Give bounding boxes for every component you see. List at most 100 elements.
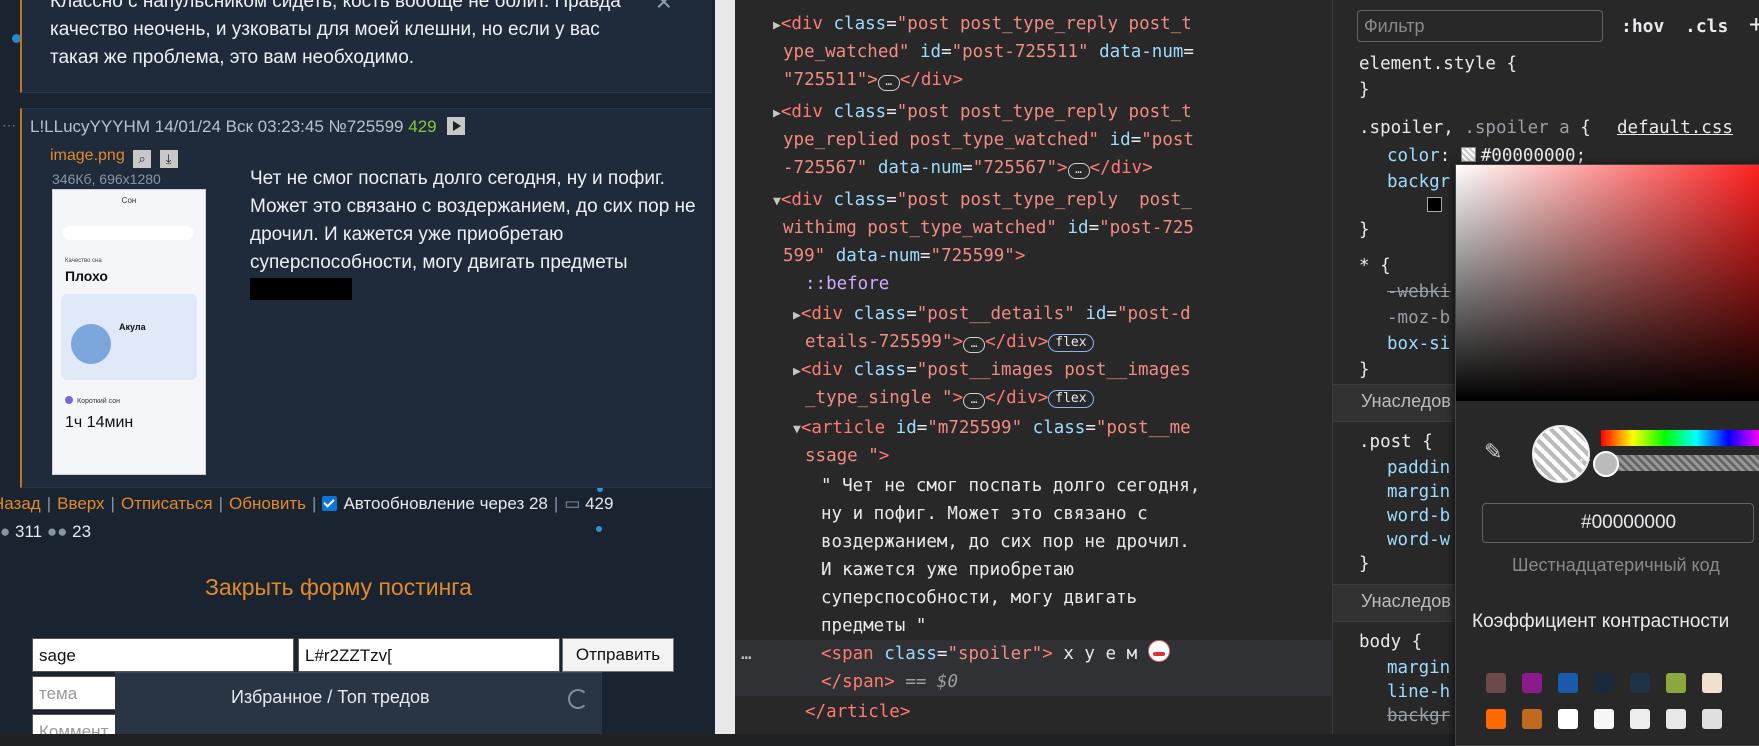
decorative-dot bbox=[596, 526, 602, 532]
color-swatch[interactable] bbox=[1594, 673, 1614, 693]
source-file[interactable]: default.css bbox=[1617, 118, 1733, 138]
download-icon[interactable]: ⤓ bbox=[159, 150, 178, 168]
ellipsis-icon[interactable]: … bbox=[877, 75, 900, 91]
spoiler-rule-selector[interactable]: .spoiler, .spoiler a { bbox=[1359, 118, 1591, 138]
body-rule-selector[interactable]: body { bbox=[1359, 632, 1422, 652]
nav-unsubscribe-link[interactable]: Отписаться bbox=[121, 494, 213, 513]
contrast-ratio-label: Коэффициент контрастности bbox=[1472, 611, 1730, 632]
post-thumbnail[interactable]: Сон Качество сна Плохо Акула Короткий со… bbox=[52, 189, 206, 475]
image-filename[interactable]: image.png bbox=[50, 147, 125, 164]
close-form-link[interactable]: Закрыть форму постинга bbox=[205, 574, 472, 601]
color-value[interactable]: #00000000; bbox=[1481, 146, 1586, 166]
flex-badge[interactable]: flex bbox=[1048, 390, 1094, 408]
color-swatch[interactable] bbox=[1666, 709, 1686, 729]
drag-handle-icon[interactable]: ⋯ bbox=[2, 117, 16, 134]
color-declaration[interactable]: color: #00000000; bbox=[1387, 146, 1586, 166]
color-swatch[interactable] bbox=[1594, 709, 1614, 729]
alpha-slider-thumb[interactable] bbox=[1593, 451, 1619, 477]
black-swatch[interactable] bbox=[1427, 197, 1442, 212]
add-rule-icon[interactable]: + bbox=[1749, 10, 1759, 38]
dom-node-post-images[interactable]: ▶<div class="post__images post__images bbox=[793, 356, 1191, 386]
autoupdate-checkbox[interactable] bbox=[322, 496, 338, 511]
color-swatch[interactable] bbox=[1522, 673, 1542, 693]
post-number[interactable]: №725599 bbox=[329, 117, 404, 136]
hex-input[interactable]: #00000000 bbox=[1482, 503, 1754, 543]
submit-button[interactable]: Отправить bbox=[562, 638, 674, 672]
styles-filter-input[interactable]: Фильтр bbox=[1357, 10, 1603, 42]
dom-text-node[interactable]: " Чет не смог поспать долго сегодня, bbox=[821, 472, 1200, 500]
posters-count: 311 bbox=[15, 522, 43, 541]
dom-node-post-725599[interactable]: ▼<div class="post post_type_reply post_ bbox=[773, 186, 1192, 216]
ellipsis-icon[interactable]: … bbox=[1067, 163, 1090, 179]
color-swatch[interactable] bbox=[1630, 673, 1650, 693]
nav-back-link[interactable]: Назад bbox=[0, 494, 41, 513]
dom-node-post-725567[interactable]: ▶<div class="post post_type_reply post_t bbox=[773, 98, 1192, 128]
nav-refresh-link[interactable]: Обновить bbox=[229, 494, 306, 513]
color-swatch[interactable] bbox=[1702, 709, 1722, 729]
eyedropper-icon[interactable]: ✎ bbox=[1484, 439, 1502, 465]
alpha-slider[interactable] bbox=[1601, 455, 1759, 471]
color-saturation-area[interactable] bbox=[1456, 165, 1759, 401]
favorites-panel[interactable]: Избранное / Топ тредов bbox=[115, 672, 602, 734]
color-swatch[interactable] bbox=[1486, 673, 1506, 693]
rule-brace: } bbox=[1359, 220, 1370, 240]
element-style-rule[interactable]: element.style { bbox=[1359, 54, 1517, 74]
hov-toggle[interactable]: :hov bbox=[1621, 16, 1664, 37]
cls-toggle[interactable]: .cls bbox=[1685, 16, 1728, 37]
dom-pseudo-before[interactable]: ::before bbox=[805, 270, 889, 298]
color-swatch[interactable] bbox=[1630, 709, 1650, 729]
dom-text-node[interactable]: И кажется уже приобретаю bbox=[821, 556, 1074, 584]
more-icon[interactable]: … bbox=[741, 640, 752, 668]
color-swatch[interactable] bbox=[1486, 709, 1506, 729]
color-swatch[interactable] bbox=[1558, 673, 1578, 693]
rule-source-link[interactable]: default.css bbox=[1617, 118, 1733, 138]
post-details: L!LLucyYYYHM 14/01/24 Вск 03:23:45 №7255… bbox=[30, 117, 466, 137]
universal-rule: * { bbox=[1359, 256, 1391, 276]
color-swatch[interactable] bbox=[1522, 709, 1542, 729]
hue-slider[interactable] bbox=[1601, 430, 1759, 446]
transparent-swatch[interactable] bbox=[1460, 147, 1476, 162]
declaration: margin bbox=[1387, 658, 1451, 678]
dom-line: "725511">… </div> bbox=[783, 70, 964, 91]
declaration: box-si bbox=[1387, 334, 1451, 354]
thumb-short-sleep: Короткий сон bbox=[65, 396, 120, 405]
thumb-duration: 1ч 14мин bbox=[65, 414, 134, 431]
previous-post: Классно с напульсником сидеть, кость воо… bbox=[20, 0, 712, 93]
rule-brace: } bbox=[1359, 360, 1370, 380]
dom-node-spoiler[interactable]: <span class="spoiler"> х у е м bbox=[821, 640, 1170, 668]
pane-divider[interactable] bbox=[715, 0, 735, 734]
comment-input[interactable]: Коммент bbox=[32, 714, 116, 734]
declaration: line-h bbox=[1387, 682, 1451, 702]
dom-text-node[interactable]: ну и пофиг. Может это связано с bbox=[821, 500, 1148, 528]
dom-node-article[interactable]: ▼<article id="m725599" class="post__me bbox=[793, 414, 1191, 444]
dom-text-node[interactable]: предметы " bbox=[821, 612, 926, 640]
ellipsis-icon[interactable]: … bbox=[963, 393, 986, 409]
image-link[interactable]: image.png ⌕ ⤓ bbox=[50, 147, 178, 168]
password-field[interactable]: L#r2ZZTzv[ bbox=[298, 638, 560, 672]
image-meta: 346Кб, 696x1280 bbox=[52, 171, 161, 187]
users-count: 23 bbox=[72, 522, 92, 541]
dom-node-post-details[interactable]: ▶<div class="post__details" id="post-d bbox=[793, 300, 1191, 330]
post-author[interactable]: L!LLucyYYYHM bbox=[30, 117, 150, 136]
shark-icon bbox=[71, 324, 111, 364]
email-field[interactable]: sage bbox=[32, 638, 294, 672]
spoiler[interactable] bbox=[250, 278, 352, 300]
post-rule-selector[interactable]: .post { bbox=[1359, 432, 1433, 452]
thumb-header: Сон bbox=[121, 196, 137, 205]
spinner-icon bbox=[568, 689, 588, 709]
dom-text-node[interactable]: суперспособности, могу двигать bbox=[821, 584, 1137, 612]
color-swatch[interactable] bbox=[1666, 673, 1686, 693]
dom-node-post-725511[interactable]: ▶<div class="post post_type_reply post_t bbox=[773, 10, 1192, 40]
color-swatch[interactable] bbox=[1558, 709, 1578, 729]
color-swatch[interactable] bbox=[1702, 673, 1722, 693]
declaration: backgr bbox=[1387, 172, 1451, 192]
flex-badge[interactable]: flex bbox=[1048, 334, 1094, 352]
subject-input[interactable]: тема bbox=[32, 676, 116, 710]
elements-tree: ▶<div class="post post_type_reply post_t… bbox=[735, 0, 1332, 734]
play-icon[interactable] bbox=[447, 117, 466, 135]
dom-text-node[interactable]: воздержанием, до сих пор не дрочил. bbox=[821, 528, 1190, 556]
search-icon[interactable]: ⌕ bbox=[133, 150, 152, 168]
close-icon[interactable]: × bbox=[656, 0, 672, 18]
ellipsis-icon[interactable]: … bbox=[963, 337, 986, 353]
nav-up-link[interactable]: Вверх bbox=[57, 494, 104, 513]
